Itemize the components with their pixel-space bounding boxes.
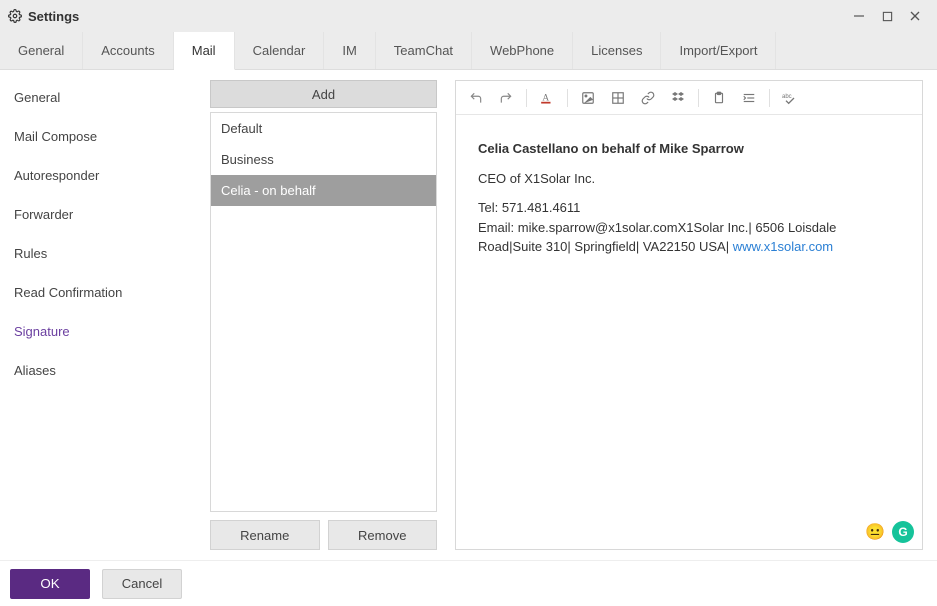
sidebar-item-rules[interactable]: Rules xyxy=(0,234,210,273)
sidebar-item-read-confirmation[interactable]: Read Confirmation xyxy=(0,273,210,312)
grammarly-icon[interactable]: G xyxy=(892,521,914,543)
signature-item-default[interactable]: Default xyxy=(211,113,436,144)
sidebar-item-mail-compose[interactable]: Mail Compose xyxy=(0,117,210,156)
top-tabs: General Accounts Mail Calendar IM TeamCh… xyxy=(0,32,937,70)
minimize-button[interactable] xyxy=(845,2,873,30)
indent-icon[interactable] xyxy=(735,85,763,111)
font-color-icon[interactable]: A xyxy=(533,85,561,111)
link-icon[interactable] xyxy=(634,85,662,111)
paste-icon[interactable] xyxy=(705,85,733,111)
signature-line-title: CEO of X1Solar Inc. xyxy=(478,169,900,189)
tab-mail[interactable]: Mail xyxy=(174,32,235,70)
svg-text:abc: abc xyxy=(782,94,792,100)
signature-line-tel: Tel: 571.481.4611 xyxy=(478,198,900,218)
editor-corner-badges: 😐 G xyxy=(864,521,914,543)
signature-website-link[interactable]: www.x1solar.com xyxy=(733,239,833,254)
add-signature-button[interactable]: Add xyxy=(210,80,437,108)
signature-actions: Rename Remove xyxy=(210,520,437,550)
ok-button[interactable]: OK xyxy=(10,569,90,599)
maximize-button[interactable] xyxy=(873,2,901,30)
redo-icon[interactable] xyxy=(492,85,520,111)
image-icon[interactable] xyxy=(574,85,602,111)
sidebar-item-autoresponder[interactable]: Autoresponder xyxy=(0,156,210,195)
signature-line-name: Celia Castellano on behalf of Mike Sparr… xyxy=(478,139,900,159)
close-button[interactable] xyxy=(901,2,929,30)
sidebar-item-forwarder[interactable]: Forwarder xyxy=(0,195,210,234)
signature-list-panel: Add Default Business Celia - on behalf R… xyxy=(210,70,445,560)
signature-line-address: Email: mike.sparrow@x1solar.comX1Solar I… xyxy=(478,218,900,257)
editor-panel: A abc Celia Castellano on behalf of Mike… xyxy=(445,70,937,560)
tab-im[interactable]: IM xyxy=(324,32,375,69)
undo-icon[interactable] xyxy=(462,85,490,111)
tab-licenses[interactable]: Licenses xyxy=(573,32,661,69)
rename-button[interactable]: Rename xyxy=(210,520,320,550)
signature-list: Default Business Celia - on behalf xyxy=(210,112,437,512)
gear-icon xyxy=(8,9,22,23)
dropbox-icon[interactable] xyxy=(664,85,692,111)
sidebar-item-aliases[interactable]: Aliases xyxy=(0,351,210,390)
emoji-icon[interactable]: 😐 xyxy=(864,521,886,543)
tab-calendar[interactable]: Calendar xyxy=(235,32,325,69)
titlebar: Settings xyxy=(0,0,937,32)
editor-toolbar: A abc xyxy=(456,81,922,115)
cancel-button[interactable]: Cancel xyxy=(102,569,182,599)
sidebar-item-general[interactable]: General xyxy=(0,78,210,117)
editor-body[interactable]: Celia Castellano on behalf of Mike Sparr… xyxy=(456,115,922,549)
sidebar: General Mail Compose Autoresponder Forwa… xyxy=(0,70,210,560)
sidebar-item-signature[interactable]: Signature xyxy=(0,312,210,351)
tab-teamchat[interactable]: TeamChat xyxy=(376,32,472,69)
editor: A abc Celia Castellano on behalf of Mike… xyxy=(455,80,923,550)
tab-webphone[interactable]: WebPhone xyxy=(472,32,573,69)
main-area: General Mail Compose Autoresponder Forwa… xyxy=(0,70,937,560)
tab-general[interactable]: General xyxy=(0,32,83,69)
spellcheck-icon[interactable]: abc xyxy=(776,85,804,111)
window-title: Settings xyxy=(28,9,79,24)
dialog-footer: OK Cancel xyxy=(0,560,937,606)
remove-button[interactable]: Remove xyxy=(328,520,438,550)
tab-accounts[interactable]: Accounts xyxy=(83,32,173,69)
signature-item-business[interactable]: Business xyxy=(211,144,436,175)
tab-import-export[interactable]: Import/Export xyxy=(661,32,776,69)
table-icon[interactable] xyxy=(604,85,632,111)
signature-item-celia[interactable]: Celia - on behalf xyxy=(211,175,436,206)
